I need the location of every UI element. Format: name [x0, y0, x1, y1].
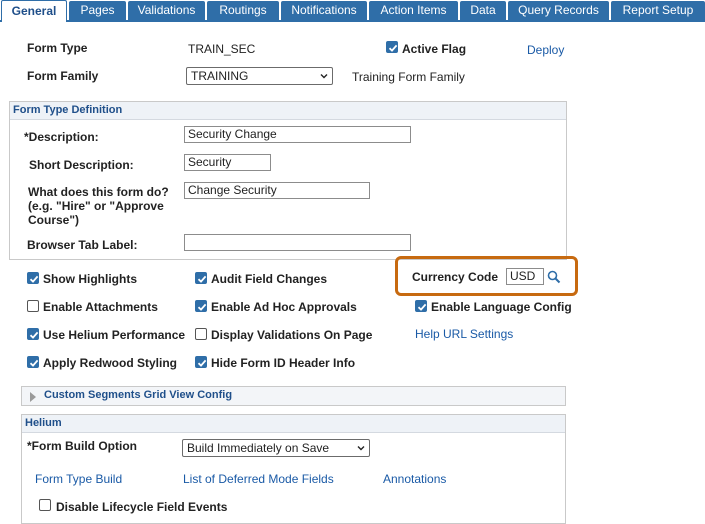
show-highlights-label: Show Highlights [43, 272, 137, 286]
enable-language-checkbox[interactable] [415, 300, 427, 312]
description-input[interactable]: Security Change [184, 126, 411, 143]
check-icon [29, 275, 39, 283]
tab-data[interactable]: Data [460, 1, 506, 20]
tab-validations[interactable]: Validations [128, 1, 205, 20]
chevron-down-icon [320, 74, 328, 79]
browser-tab-label: Browser Tab Label: [27, 238, 138, 252]
tab-report-setup[interactable]: Report Setup [611, 1, 705, 20]
check-icon [29, 359, 39, 367]
form-build-option-selected: Build Immediately on Save [187, 441, 330, 455]
tab-query-records[interactable]: Query Records [508, 1, 609, 20]
enable-ad-hoc-label: Enable Ad Hoc Approvals [211, 300, 357, 314]
show-highlights-checkbox[interactable] [27, 272, 39, 284]
check-icon [197, 303, 207, 311]
form-build-option-label: *Form Build Option [27, 439, 137, 453]
form-family-selected: TRAINING [191, 69, 249, 83]
form-family-description: Training Form Family [352, 70, 465, 84]
apply-redwood-label: Apply Redwood Styling [43, 356, 177, 370]
active-flag-label: Active Flag [402, 42, 467, 56]
audit-field-changes-checkbox[interactable] [195, 272, 207, 284]
form-family-select[interactable]: TRAINING [186, 67, 333, 85]
check-icon [29, 331, 39, 339]
tab-notifications[interactable]: Notifications [281, 1, 367, 20]
check-icon [417, 303, 427, 311]
apply-redwood-checkbox[interactable] [27, 356, 39, 368]
expand-triangle-icon[interactable] [29, 392, 37, 402]
tab-bar: General Pages Validations Routings Notif… [0, 0, 705, 22]
browser-tab-input[interactable] [184, 234, 411, 251]
custom-segments-section[interactable]: Custom Segments Grid View Config [21, 386, 566, 406]
enable-language-label: Enable Language Config [431, 300, 572, 314]
helium-title: Helium [22, 415, 565, 433]
tab-routings[interactable]: Routings [207, 1, 279, 20]
what-does-label-line1: What does this form do? [28, 185, 169, 199]
short-description-label: Short Description: [29, 158, 134, 172]
hide-form-id-label: Hide Form ID Header Info [211, 356, 356, 370]
display-validations-label: Display Validations On Page [211, 328, 373, 342]
enable-attachments-checkbox[interactable] [27, 300, 39, 312]
tab-pages[interactable]: Pages [69, 1, 126, 20]
what-does-input[interactable]: Change Security [184, 182, 370, 199]
search-icon[interactable] [547, 270, 561, 284]
deploy-link[interactable]: Deploy [527, 43, 564, 57]
chevron-down-icon [357, 446, 365, 451]
disable-lifecycle-label: Disable Lifecycle Field Events [56, 500, 228, 514]
check-icon [388, 44, 398, 52]
description-label: *Description: [24, 130, 99, 144]
form-build-option-select[interactable]: Build Immediately on Save [182, 439, 370, 457]
tab-bar-underline [0, 20, 705, 22]
display-validations-checkbox[interactable] [195, 328, 207, 340]
what-does-label-line2: (e.g. "Hire" or "Approve [28, 199, 164, 213]
tab-general[interactable]: General [1, 0, 67, 22]
help-url-settings-link[interactable]: Help URL Settings [415, 327, 513, 341]
short-description-input[interactable]: Security [184, 154, 271, 171]
currency-code-input[interactable]: USD [506, 268, 544, 285]
what-does-label: What does this form do? (e.g. "Hire" or … [28, 185, 169, 227]
deferred-mode-fields-link[interactable]: List of Deferred Mode Fields [183, 472, 334, 486]
form-family-label: Form Family [27, 69, 99, 83]
form-type-definition-title: Form Type Definition [10, 102, 566, 120]
tab-action-items[interactable]: Action Items [369, 1, 458, 20]
form-type-label: Form Type [27, 41, 88, 55]
what-does-label-line3: Course") [28, 213, 80, 227]
disable-lifecycle-checkbox[interactable] [39, 499, 51, 511]
active-flag-checkbox[interactable] [386, 41, 398, 53]
currency-code-label: Currency Code [412, 270, 499, 284]
use-helium-label: Use Helium Performance [43, 328, 186, 342]
custom-segments-title[interactable]: Custom Segments Grid View Config [44, 389, 232, 401]
audit-field-changes-label: Audit Field Changes [211, 272, 328, 286]
form-type-value: TRAIN_SEC [188, 42, 256, 56]
check-icon [197, 275, 207, 283]
enable-ad-hoc-checkbox[interactable] [195, 300, 207, 312]
check-icon [197, 359, 207, 367]
form-type-build-link[interactable]: Form Type Build [35, 472, 122, 486]
use-helium-checkbox[interactable] [27, 328, 39, 340]
hide-form-id-checkbox[interactable] [195, 356, 207, 368]
enable-attachments-label: Enable Attachments [43, 300, 158, 314]
annotations-link[interactable]: Annotations [383, 472, 446, 486]
